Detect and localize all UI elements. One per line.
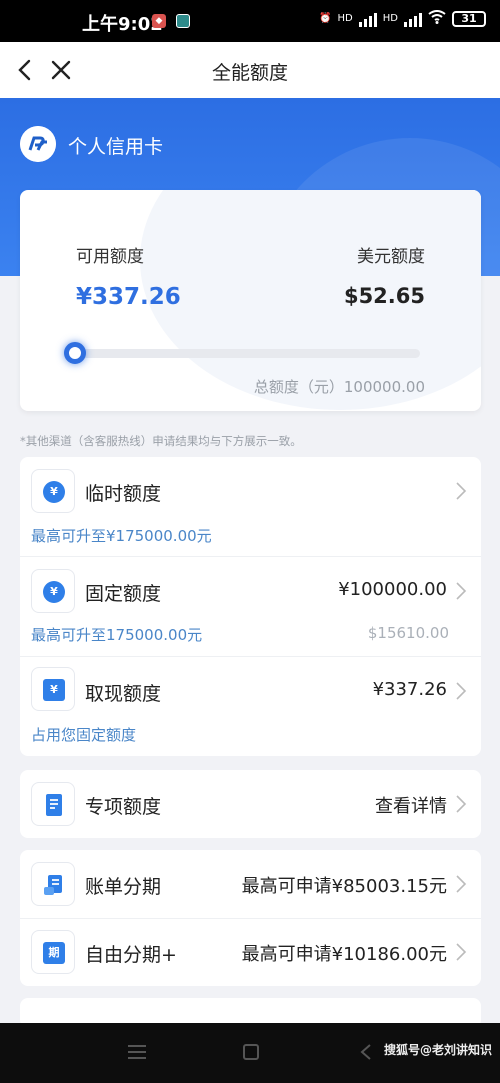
yuan-cycle-icon: ¥ xyxy=(31,569,75,613)
cash-icon: ¥ xyxy=(31,667,75,711)
chevron-right-icon xyxy=(456,795,467,813)
document-icon xyxy=(31,782,75,826)
bank-logo-icon xyxy=(20,126,56,162)
status-indicators: ⏰ HD HD 31 xyxy=(319,10,486,27)
period-icon-text: 期 xyxy=(43,942,65,964)
limit-row-fixed[interactable]: ¥ 固定额度 ¥100000.00 最高可升至175000.00元 $15610… xyxy=(20,557,481,657)
limit-value: ¥337.26 xyxy=(372,679,447,700)
alarm-icon: ⏰ xyxy=(319,13,332,24)
system-nav-bar: 搜狐号@老刘讲知识 xyxy=(0,1023,500,1083)
limit-label: 固定额度 xyxy=(85,583,162,605)
installment-label: 账单分期 xyxy=(85,876,162,898)
card-name: 个人信用卡 xyxy=(68,136,164,158)
limit-value: ¥100000.00 xyxy=(338,579,447,600)
back-nav-icon[interactable] xyxy=(360,1044,372,1060)
chevron-right-icon xyxy=(456,682,467,700)
limit-sub: 占用您固定额度 xyxy=(31,726,137,744)
installments-panel: 账单分期 最高可申请¥85003.15元 期 自由分期+ 最高可申请¥10186… xyxy=(20,850,481,986)
status-bar: 上午9:02 ◆ ⏰ HD HD 31 xyxy=(0,0,500,42)
available-limit-label: 可用额度 xyxy=(76,247,144,267)
signal-icon xyxy=(358,11,377,27)
special-panel[interactable]: 专项额度 查看详情 xyxy=(20,770,481,838)
total-limit: 总额度（元）100000.00 xyxy=(253,378,425,396)
limits-panel: ¥ 临时额度 最高可升至¥175000.00元 ¥ 固定额度 ¥100000.0… xyxy=(20,457,481,756)
hd-label-2: HD xyxy=(382,13,398,24)
home-icon[interactable] xyxy=(243,1044,259,1060)
usd-limit-value: $52.65 xyxy=(343,284,425,308)
nav-bar: 全能额度 xyxy=(0,42,500,98)
limit-label: 取现额度 xyxy=(85,683,162,705)
credit-limit-card: 可用额度 ¥337.26 美元额度 $52.65 总额度（元）100000.00 xyxy=(20,190,481,411)
period-icon: 期 xyxy=(31,930,75,974)
wifi-icon xyxy=(428,10,446,27)
notification-icon: ◆ xyxy=(152,14,166,28)
limit-usd: $15610.00 xyxy=(367,624,449,642)
available-limit-value: ¥337.26 xyxy=(76,284,181,310)
chevron-right-icon xyxy=(456,482,467,500)
installment-row-bill[interactable]: 账单分期 最高可申请¥85003.15元 xyxy=(20,850,481,918)
chevron-right-icon xyxy=(456,582,467,600)
usage-progress-track xyxy=(72,349,420,358)
chevron-right-icon xyxy=(456,943,467,961)
installment-value: 最高可申请¥85003.15元 xyxy=(241,876,447,897)
usd-limit-label: 美元额度 xyxy=(357,247,425,267)
signal-icon-2 xyxy=(404,11,422,27)
limit-sub[interactable]: 最高可升至175000.00元 xyxy=(31,624,202,645)
hd-label-1: HD xyxy=(337,13,353,24)
yuan-bubble-icon: ¥ xyxy=(31,469,75,513)
menu-icon[interactable] xyxy=(128,1045,146,1059)
limit-row-cash[interactable]: ¥ 取现额度 ¥337.26 占用您固定额度 xyxy=(20,657,481,756)
installment-label: 自由分期+ xyxy=(85,944,177,966)
limit-sub[interactable]: 最高可升至¥175000.00元 xyxy=(31,525,212,546)
limit-label: 临时额度 xyxy=(85,483,162,505)
installment-row-free[interactable]: 期 自由分期+ 最高可申请¥10186.00元 xyxy=(20,918,481,986)
app-notification-icon xyxy=(176,14,190,28)
watermark: 搜狐号@老刘讲知识 xyxy=(383,1043,492,1057)
special-label: 专项额度 xyxy=(85,796,162,818)
disclaimer-note: *其他渠道（含客服热线）申请结果均与下方展示一致。 xyxy=(20,434,302,448)
special-detail-link[interactable]: 查看详情 xyxy=(375,792,447,818)
page-title: 全能额度 xyxy=(211,62,288,84)
installment-value: 最高可申请¥10186.00元 xyxy=(241,944,447,965)
chevron-right-icon xyxy=(456,875,467,893)
status-time: 上午9:02 xyxy=(82,14,163,35)
usage-progress-knob xyxy=(64,342,86,364)
battery-icon: 31 xyxy=(452,10,486,27)
limit-row-temporary[interactable]: ¥ 临时额度 最高可升至¥175000.00元 xyxy=(20,457,481,557)
bill-icon xyxy=(31,862,75,906)
